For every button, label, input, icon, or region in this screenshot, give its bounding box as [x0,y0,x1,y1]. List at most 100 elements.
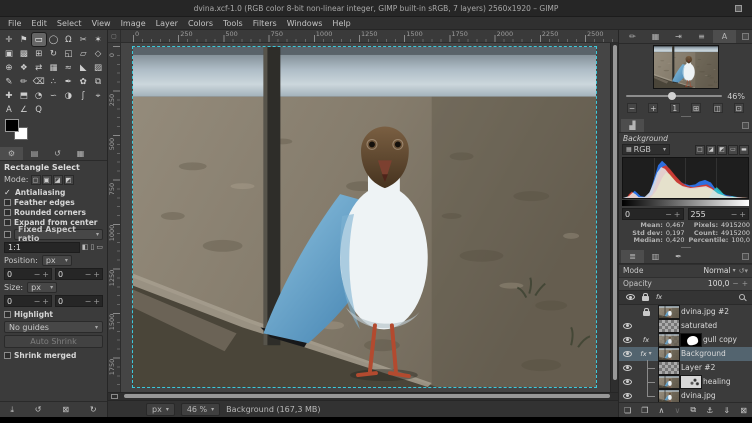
mode-group-switch[interactable]: ↺▾ [739,267,748,275]
menu-select[interactable]: Select [52,17,87,30]
eye-icon[interactable] [623,351,632,357]
lock-icon[interactable] [642,296,649,301]
zoom-1-1-button[interactable]: 1 [670,103,680,113]
layer-thumbnail[interactable] [659,376,679,388]
position-y-spinner[interactable]: 0−+ [55,268,103,280]
layer-row-background[interactable]: fx▾Background [619,347,752,361]
tool-perspective[interactable]: ◇ [91,47,105,60]
horizontal-scrollbar-thumb[interactable] [124,394,610,398]
tool-airbrush[interactable]: ∴ [47,75,61,88]
search-icon[interactable] [739,294,745,300]
duplicate-layer-button[interactable]: ⧉ [690,405,696,415]
check-icon[interactable]: ✓ [4,188,12,197]
eye-icon[interactable] [623,393,632,399]
tool-unified-transform[interactable]: ⊕ [2,61,16,74]
raise-layer-button[interactable]: ∧ [659,406,665,415]
dock-tab-gradients-tab[interactable]: ⇥ [667,30,690,43]
dock-tab-images-tab[interactable]: ▦ [69,147,92,160]
tool-cage-transform[interactable]: ▦ [47,61,61,74]
guides-select[interactable]: No guides ▾ [4,321,103,333]
menu-windows[interactable]: Windows [282,17,328,30]
tool-alignment[interactable]: ⚑ [17,33,31,46]
dock-tab-tool-options-tab[interactable]: ⚙ [0,147,23,160]
dock-menu-button[interactable] [742,33,749,40]
lower-layer-button[interactable]: ∨ [674,406,680,415]
replace-selection-icon[interactable]: ▢ [31,175,41,185]
reduce-window-button[interactable]: ⊡ [734,103,744,113]
dock-menu-button[interactable] [742,122,749,129]
layer-row-dvina-jpg[interactable]: dvina.jpg [619,389,752,403]
color-swatches[interactable] [5,119,39,145]
zoom-slider[interactable] [626,95,722,97]
range-low-spinner[interactable]: 0−+ [622,208,684,220]
fixed-checkbox-box[interactable] [4,231,11,238]
canvas-viewport[interactable] [121,43,610,392]
layer-visibility-toggle[interactable] [621,337,633,343]
tool-rotate[interactable]: ↻ [47,47,61,60]
eye-icon[interactable] [626,294,635,300]
eye-icon[interactable] [623,323,632,329]
subtract-selection-icon[interactable]: ◪ [53,175,63,185]
layer-thumbnail[interactable] [659,362,679,374]
dock-tab-device-status-tab[interactable]: ▤ [23,147,46,160]
expander-icon[interactable]: ▾ [649,350,652,357]
vertical-scrollbar[interactable] [610,43,618,392]
checkbox-box[interactable] [4,352,11,359]
linear-axis-button[interactable]: ▭ [728,145,738,155]
layer-row-dvina-jpg-2[interactable]: dvina.jpg #2 [619,305,752,319]
layer-row-gull-copy[interactable]: fxgull copy [619,333,752,347]
tool-measure[interactable]: ∠ [17,103,31,116]
layer-thumbnail[interactable] [659,348,679,360]
layer-visibility-toggle[interactable] [621,393,633,399]
linear-histogram-button[interactable]: □ [695,145,705,155]
tool-ellipse-select[interactable]: ◯ [47,33,61,46]
fx-badge[interactable]: fx [643,336,649,344]
tool-heal[interactable]: ✚ [2,89,16,102]
fill-window-button[interactable]: ◫ [713,103,723,113]
delete-layer-button[interactable]: ⊠ [740,406,747,415]
fx-badge[interactable]: fx [640,350,646,358]
tool-zoom[interactable]: Q [32,103,46,116]
tool-warp-transform[interactable]: ≈ [61,61,75,74]
menu-view[interactable]: View [87,17,116,30]
checkbox-box[interactable] [4,199,11,206]
eye-icon[interactable] [623,379,632,385]
tool-fuzzy-select[interactable]: ✶ [91,33,105,46]
menu-help[interactable]: Help [327,17,355,30]
menu-filters[interactable]: Filters [248,17,282,30]
eye-icon[interactable] [623,337,632,343]
layer-thumbnail[interactable] [659,334,679,346]
tool-paintbrush[interactable]: ✏ [17,75,31,88]
size-unit-select[interactable]: px▾ [27,282,57,293]
zoom-out-button[interactable]: − [627,103,637,113]
layer-thumbnail[interactable] [659,320,679,332]
layer-visibility-toggle[interactable] [621,379,633,385]
quick-mask-toggle[interactable] [108,393,121,400]
tool-paths[interactable]: ʃ [76,89,90,102]
aspect-ratio-input[interactable]: 1:1 [4,242,80,253]
tool-dodge-burn[interactable]: ◑ [61,89,75,102]
tool-crop[interactable]: ⊞ [32,47,46,60]
position-unit-select[interactable]: px▾ [42,255,72,266]
navigation-preview[interactable] [654,46,718,88]
dock-menu-button[interactable] [742,253,749,260]
menu-colors[interactable]: Colors [183,17,218,30]
add-selection-icon[interactable]: ▣ [42,175,52,185]
menu-image[interactable]: Image [116,17,151,30]
dock-tab-patterns-tab[interactable]: ▦ [644,30,667,43]
horizontal-ruler[interactable]: 02505007501000125015001750200022502500 [121,30,618,43]
layer-thumbnail[interactable] [659,306,679,318]
layer-thumbnail[interactable] [659,390,679,402]
lock-icon[interactable] [643,311,650,316]
tool-mypaint-brush[interactable]: ✿ [76,75,90,88]
window-control-button[interactable] [735,5,742,12]
zoom-in-button[interactable]: + [648,103,658,113]
channel-select[interactable]: ▦ RGB ▾ [622,144,670,155]
tool-shear[interactable]: ▱ [76,47,90,60]
menu-tools[interactable]: Tools [218,17,248,30]
paint-tool-sampling-button[interactable]: ◩ [717,145,727,155]
portrait-icon[interactable]: ▯ [91,243,95,251]
logarithmic-histogram-button[interactable]: ◪ [706,145,716,155]
tool-smudge[interactable]: ∽ [47,89,61,102]
restore-tool-preset-button[interactable]: ↺ [35,405,42,414]
